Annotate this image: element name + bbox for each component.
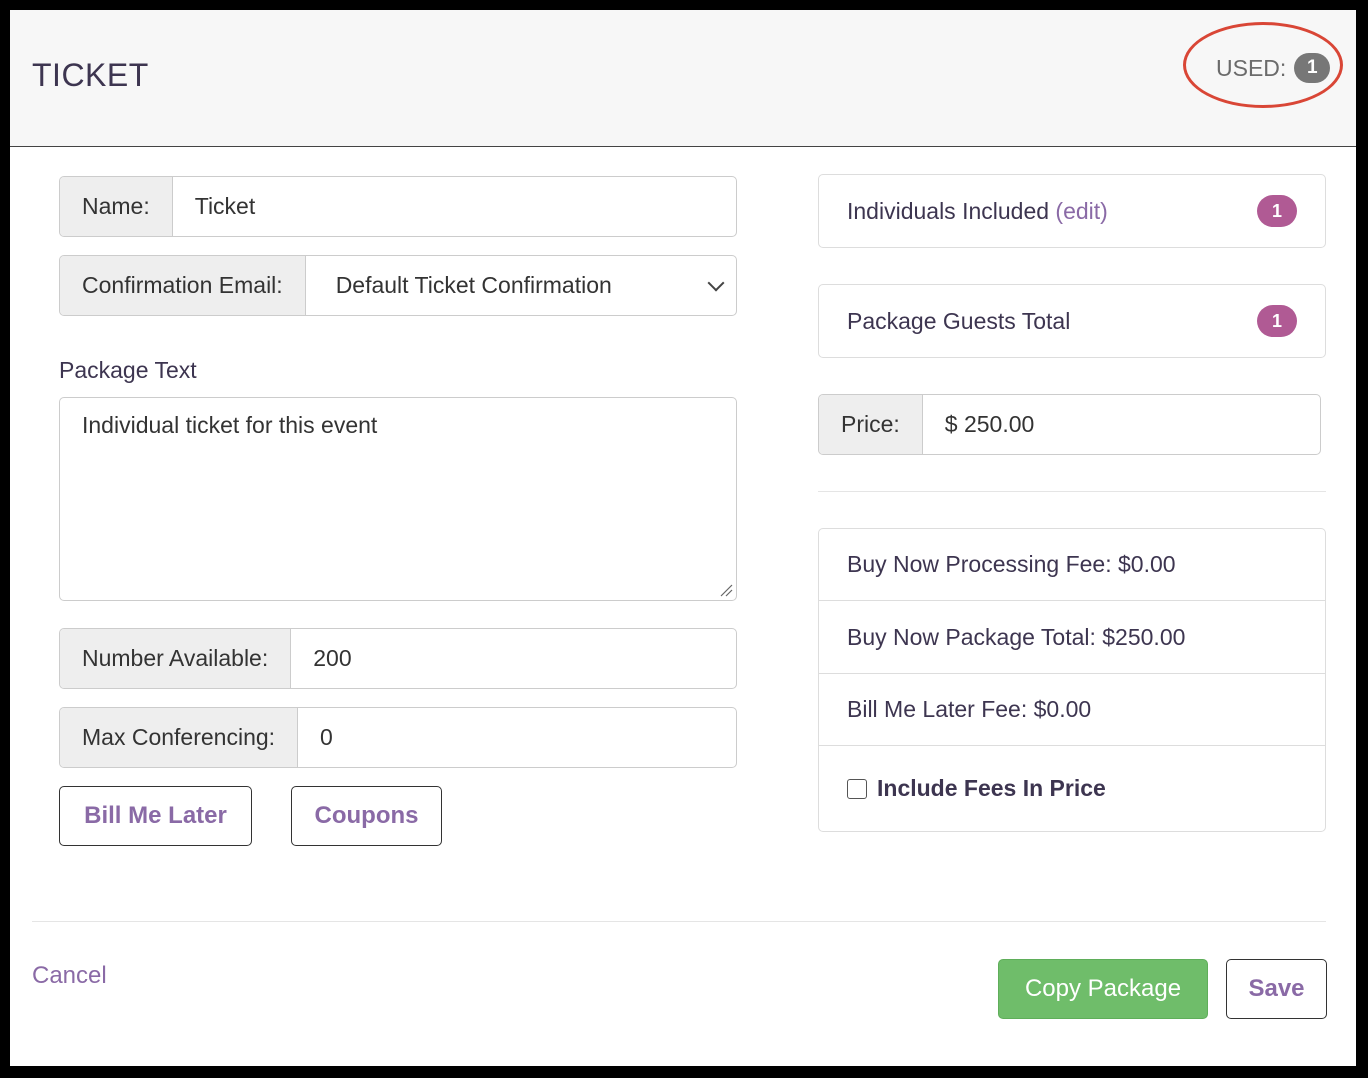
package-guests-row: Package Guests Total 1 [819,285,1325,357]
individuals-included-row: Individuals Included (edit) 1 [819,175,1325,247]
individuals-included-card: Individuals Included (edit) 1 [818,174,1326,248]
package-total-item: Buy Now Package Total: $250.00 [819,601,1325,674]
number-available-input[interactable]: 200 [291,629,736,688]
modal-header: TICKET USED: 1 [10,10,1356,147]
name-input-group: Name: Ticket [59,176,737,237]
number-available-addon-label: Number Available: [60,629,292,688]
confirmation-email-selected: Default Ticket Confirmation [335,272,612,298]
individuals-edit-link[interactable]: (edit) [1055,198,1107,224]
package-text-textarea[interactable]: Individual ticket for this event [59,397,737,601]
bill-later-fee-item: Bill Me Later Fee: $0.00 [819,674,1325,746]
price-input[interactable]: $ 250.00 [923,395,1320,454]
package-guests-card: Package Guests Total 1 [818,284,1326,358]
bill-me-later-button[interactable]: Bill Me Later [59,786,252,846]
fees-list: Buy Now Processing Fee: $0.00 Buy Now Pa… [818,528,1326,832]
package-text-value: Individual ticket for this event [82,412,378,438]
cancel-link[interactable]: Cancel [32,962,107,990]
confirmation-email-addon-label: Confirmation Email: [60,256,306,315]
coupons-button[interactable]: Coupons [291,786,442,846]
package-text-label: Package Text [59,357,197,383]
max-conferencing-input[interactable]: 0 [298,708,736,767]
footer-divider [32,921,1326,922]
confirmation-email-group: Confirmation Email: Default Ticket Confi… [59,255,737,316]
include-fees-label[interactable]: Include Fees In Price [877,775,1106,802]
include-fees-checkbox[interactable] [847,778,867,799]
include-fees-item: Include Fees In Price [819,746,1325,831]
processing-fee-item: Buy Now Processing Fee: $0.00 [819,529,1325,601]
package-guests-label: Package Guests Total [847,307,1071,334]
annotation-circle [1183,22,1343,108]
individuals-count-badge: 1 [1257,195,1297,227]
save-button[interactable]: Save [1226,959,1327,1019]
price-divider [818,491,1326,492]
max-conferencing-group: Max Conferencing: 0 [59,707,737,768]
individuals-included-label: Individuals Included [847,197,1050,224]
modal-title: TICKET [32,57,149,93]
max-conferencing-addon-label: Max Conferencing: [60,708,299,767]
number-available-group: Number Available: 200 [59,628,737,689]
name-input[interactable]: Ticket [173,177,736,236]
individuals-included-text: Individuals Included (edit) [847,198,1108,225]
package-guests-count-badge: 1 [1257,305,1297,337]
copy-package-button[interactable]: Copy Package [998,959,1208,1019]
confirmation-email-select[interactable]: Default Ticket Confirmation [306,256,736,315]
package-modal: TICKET USED: 1 Name: Ticket Confirmation… [10,10,1356,1066]
name-addon-label: Name: [60,177,173,236]
resize-grip-icon[interactable] [719,583,733,597]
price-input-group: Price: $ 250.00 [818,394,1321,455]
chevron-down-icon [707,274,725,291]
price-addon-label: Price: [819,395,923,454]
